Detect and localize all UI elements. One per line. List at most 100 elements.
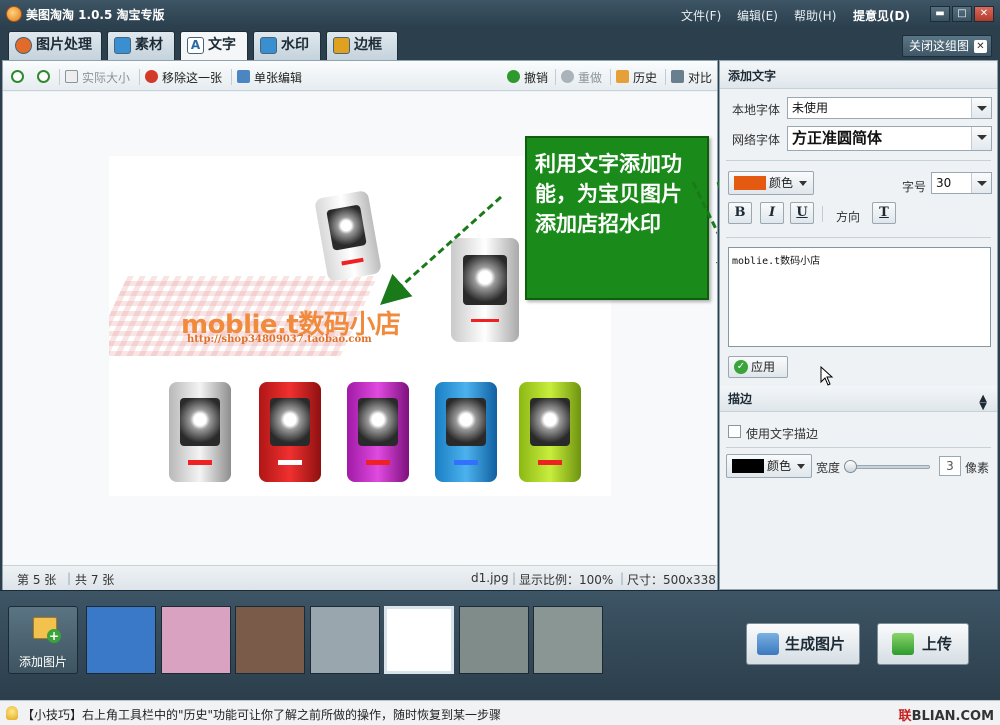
toolbar-divider [665,69,666,85]
material-icon [114,37,131,54]
actual-size-button[interactable]: 实际大小 [65,69,130,86]
thumbnail-1[interactable] [86,606,156,674]
stroke-width-input[interactable]: 3 [939,456,961,476]
remove-this-button[interactable]: 移除这一张 [145,69,222,86]
history-button[interactable]: 历史 [616,69,657,86]
tab-bar: 图片处理 素材 A 文字 水印 边框 关闭这组图 ✕ [0,28,1000,61]
font-size-select[interactable]: 30 [931,172,992,194]
canvas-toolbar: 实际大小 移除这一张 单张编辑 撤销 重做 历史 对比 [3,61,717,91]
lightbulb-icon [6,706,18,720]
stroke-color-swatch [732,459,764,473]
thumbnail-4[interactable] [309,606,380,674]
close-window-button[interactable]: ✕ [974,6,994,22]
chevron-down-icon [971,127,991,150]
title-bar: 美图淘淘 1.0.5 淘宝专版 文件(F) 编辑(E) 帮助(H) 提意见(D)… [0,0,1000,28]
tab-label: 文字 [208,37,236,53]
apply-button[interactable]: ✓ 应用 [728,356,788,378]
menu-help[interactable]: 帮助(H) [794,7,836,24]
stroke-width-slider-track[interactable] [848,465,930,469]
device-image [314,189,382,283]
menu-feedback[interactable]: 提意见(D) [853,7,910,24]
close-icon: ✕ [974,40,987,53]
use-stroke-label: 使用文字描边 [746,427,819,441]
stroke-width-slider-handle[interactable] [844,460,857,473]
tab-material[interactable]: 素材 [107,31,175,60]
status-divider: | [512,571,517,585]
thumbnail-3[interactable] [235,606,305,674]
minimize-button[interactable]: ▬ [930,6,950,22]
divider [726,160,991,161]
tab-text[interactable]: A 文字 [180,31,248,61]
toolbar-divider [59,69,60,85]
status-bar: 第 5 张 | 共 7 张 d1.jpg | 显示比例：100% | 尺寸：50… [3,565,717,590]
add-image-label: 添加图片 [18,655,67,669]
toolbar-divider [555,69,556,85]
add-image-button[interactable]: + 添加图片 [8,606,78,674]
thumbnail-bar: + 添加图片 生成图片 上传 [0,590,1000,700]
generate-icon [757,633,779,655]
divider [822,206,823,222]
maximize-button[interactable]: □ [952,6,972,22]
expand-icon[interactable]: ▼ [979,394,987,420]
toolbar-divider [231,69,232,85]
italic-button[interactable]: I [760,202,784,224]
generate-label: 生成图片 [785,635,846,653]
tab-image-process[interactable]: 图片处理 [8,31,102,60]
single-edit-label: 单张编辑 [254,71,303,85]
use-stroke-checkbox[interactable] [728,425,741,438]
callout-box: 利用文字添加功能，为宝贝图片添加店招水印 [525,136,709,300]
app-logo-icon [6,6,22,22]
stroke-color-label: 颜色 [767,459,792,473]
redo-icon [561,70,574,83]
undo-label: 撤销 [524,71,549,85]
window-title: 美图淘淘 1.0.5 淘宝专版 [26,8,165,22]
thumbnail-7[interactable] [533,606,603,674]
canvas[interactable]: moblie.t数码小店 http://shop34809037.taobao.… [3,92,717,565]
work-area: 实际大小 移除这一张 单张编辑 撤销 重做 历史 对比 moblie.t数码小店… [2,60,718,590]
single-edit-button[interactable]: 单张编辑 [237,69,302,86]
text-direction-icon[interactable]: T [872,202,896,224]
history-label: 历史 [633,71,658,85]
status-filename: d1.jpg [471,571,509,585]
device-image [347,382,409,482]
close-group-button[interactable]: 关闭这组图 ✕ [902,35,992,57]
checkmark-icon: ✓ [734,360,748,374]
tab-frame[interactable]: 边框 [326,31,398,60]
logo-text: BLIAN.COM [911,709,994,724]
text-color-button[interactable]: 颜色 [728,171,814,195]
underline-button[interactable]: U [790,202,814,224]
menu-file[interactable]: 文件(F) [681,7,721,24]
tip-bar: 【小技巧】右上角工具栏中的"历史"功能可让你了解之前所做的操作，随时恢复到某一步… [0,700,1000,725]
callout-text: 利用文字添加功能，为宝贝图片添加店招水印 [535,152,682,236]
bold-button[interactable]: B [728,202,752,224]
apply-label: 应用 [751,360,776,374]
redo-button[interactable]: 重做 [561,69,602,86]
tab-label: 素材 [135,37,163,53]
thumbnail-5[interactable] [384,606,454,674]
chevron-down-icon [971,173,991,193]
upload-button[interactable]: 上传 [877,623,969,665]
status-divider: | [620,571,625,585]
web-font-value: 方正准圆简体 [792,129,883,147]
palette-icon [15,37,32,54]
generate-image-button[interactable]: 生成图片 [746,623,860,665]
remove-this-label: 移除这一张 [162,71,223,85]
menu-edit[interactable]: 编辑(E) [737,7,778,24]
web-font-select[interactable]: 方正准圆简体 [787,126,992,151]
redo-label: 重做 [578,71,603,85]
tip-text: 【小技巧】右上角工具栏中的"历史"功能可让你了解之前所做的操作，随时恢复到某一步… [22,708,502,722]
tab-watermark[interactable]: 水印 [253,31,321,60]
stroke-header[interactable]: 描边 ▲ ▼ [720,386,997,412]
upload-label: 上传 [922,635,953,653]
thumbnail-2[interactable] [160,606,231,674]
compare-button[interactable]: 对比 [671,69,712,86]
font-size-label: 字号 [902,180,927,194]
undo-button[interactable]: 撤销 [507,69,548,86]
text-content-input[interactable]: moblie.t数码小店 [728,247,991,347]
status-size: 尺寸：500x338 [627,573,716,587]
local-font-select[interactable]: 未使用 [787,97,992,119]
stroke-color-button[interactable]: 颜色 [726,454,812,478]
local-font-label: 本地字体 [732,103,781,117]
device-image [169,382,231,482]
thumbnail-6[interactable] [458,606,529,674]
